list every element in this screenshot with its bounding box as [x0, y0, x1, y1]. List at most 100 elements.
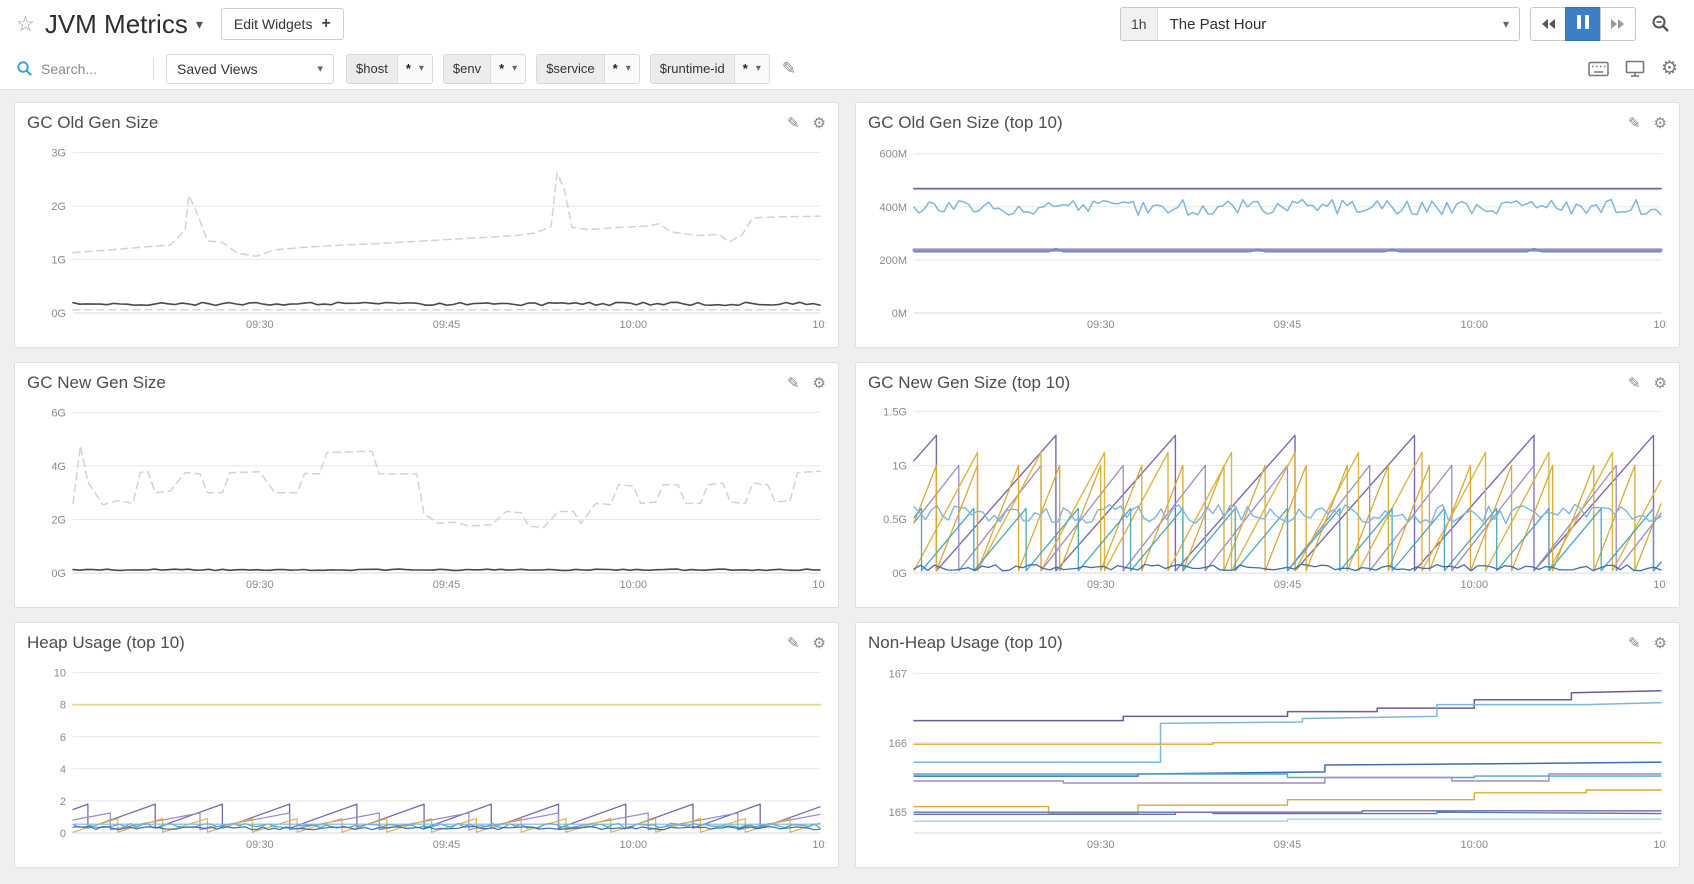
- svg-text:4: 4: [60, 764, 66, 776]
- widget-settings-gear-icon[interactable]: ⚙: [813, 374, 826, 392]
- template-variables: $host*▾$env*▾$service*▾$runtime-id*▾: [346, 54, 770, 84]
- time-range-chevron-down-icon: ▾: [1503, 17, 1519, 31]
- svg-text:2: 2: [60, 796, 66, 808]
- header-left: ☆ JVM Metrics ▾ Edit Widgets +: [16, 8, 344, 40]
- svg-text:10:00: 10:00: [1461, 319, 1489, 331]
- chevron-down-icon: ▾: [317, 62, 323, 75]
- search-box[interactable]: [16, 60, 141, 77]
- search-input[interactable]: [41, 61, 141, 77]
- svg-text:10:00: 10:00: [1461, 579, 1489, 591]
- widget-settings-gear-icon[interactable]: ⚙: [1654, 634, 1667, 652]
- dashboard-settings-gear-icon[interactable]: ⚙: [1661, 57, 1678, 80]
- svg-text:166: 166: [889, 738, 907, 750]
- svg-text:09:30: 09:30: [1087, 319, 1115, 331]
- chart-canvas[interactable]: 16516616709:3009:4510:0010:: [868, 655, 1667, 853]
- edit-widget-pencil-icon[interactable]: ✎: [1628, 374, 1641, 392]
- edit-widget-pencil-icon[interactable]: ✎: [1628, 634, 1641, 652]
- dashboard-title-chevron-down-icon[interactable]: ▾: [196, 16, 203, 33]
- svg-text:10:00: 10:00: [1461, 839, 1489, 851]
- widget-settings-gear-icon[interactable]: ⚙: [1654, 374, 1667, 392]
- template-var-name: $env: [444, 55, 491, 83]
- chart-canvas[interactable]: 0G1G2G3G09:3009:4510:0010:: [27, 135, 826, 333]
- time-forward-button[interactable]: [1600, 7, 1636, 41]
- widget-title: GC New Gen Size: [27, 373, 166, 393]
- svg-text:10:00: 10:00: [620, 319, 648, 331]
- widget-title: GC New Gen Size (top 10): [868, 373, 1070, 393]
- svg-text:0G: 0G: [51, 568, 66, 580]
- header: ☆ JVM Metrics ▾ Edit Widgets + 1h The Pa…: [0, 0, 1694, 48]
- saved-views-select[interactable]: Saved Views ▾: [166, 54, 334, 84]
- chart-canvas[interactable]: 0G2G4G6G09:3009:4510:0010:: [27, 395, 826, 593]
- svg-text:09:30: 09:30: [246, 579, 274, 591]
- chevron-down-icon: ▾: [512, 63, 525, 74]
- monitor-icon: [1625, 60, 1645, 78]
- widget-settings-gear-icon[interactable]: ⚙: [1654, 114, 1667, 132]
- svg-text:0: 0: [60, 828, 66, 840]
- template-var-value: *: [398, 61, 419, 76]
- edit-widgets-button[interactable]: Edit Widgets +: [221, 8, 344, 40]
- edit-widget-pencil-icon[interactable]: ✎: [787, 114, 800, 132]
- template-var-name: $host: [347, 55, 398, 83]
- svg-text:1G: 1G: [51, 255, 66, 267]
- keyboard-shortcuts-icon[interactable]: [1588, 61, 1609, 77]
- widget-gc-old-gen-size: GC Old Gen Size✎⚙0G1G2G3G09:3009:4510:00…: [14, 102, 839, 348]
- time-range-picker[interactable]: 1h The Past Hour ▾: [1120, 7, 1520, 41]
- template-var-host[interactable]: $host*▾: [346, 54, 433, 84]
- pause-live-button[interactable]: [1565, 7, 1601, 41]
- template-var-value: *: [605, 61, 626, 76]
- graph-zoom-button[interactable]: [1644, 7, 1678, 41]
- chart-canvas[interactable]: 024681009:3009:4510:0010:: [27, 655, 826, 853]
- widget-gc-new-gen-size-top-10: GC New Gen Size (top 10)✎⚙0G0.5G1G1.5G09…: [855, 362, 1680, 608]
- svg-text:10:: 10:: [1653, 579, 1667, 591]
- svg-text:10:: 10:: [1653, 319, 1667, 331]
- svg-text:0G: 0G: [51, 308, 66, 320]
- template-var-value: *: [735, 61, 756, 76]
- svg-text:10: 10: [54, 668, 66, 680]
- svg-text:09:45: 09:45: [433, 319, 461, 331]
- svg-text:2G: 2G: [51, 201, 66, 213]
- widget-title: Heap Usage (top 10): [27, 633, 185, 653]
- time-backward-button[interactable]: [1530, 7, 1566, 41]
- widget-heap-usage-top-10: Heap Usage (top 10)✎⚙024681009:3009:4510…: [14, 622, 839, 868]
- svg-text:600M: 600M: [879, 149, 907, 161]
- svg-text:10:: 10:: [812, 319, 826, 331]
- svg-text:09:45: 09:45: [433, 839, 461, 851]
- svg-text:09:45: 09:45: [1274, 579, 1302, 591]
- chevron-down-icon: ▾: [419, 63, 432, 74]
- widget-title: GC Old Gen Size (top 10): [868, 113, 1063, 133]
- edit-template-variables-icon[interactable]: ✎: [782, 59, 796, 79]
- widget-title: Non-Heap Usage (top 10): [868, 633, 1063, 653]
- tv-mode-icon[interactable]: [1625, 60, 1645, 78]
- widget-header: GC New Gen Size (top 10) ✎ ⚙: [868, 373, 1667, 393]
- template-var-env[interactable]: $env*▾: [443, 54, 526, 84]
- widget-settings-gear-icon[interactable]: ⚙: [813, 634, 826, 652]
- edit-widget-pencil-icon[interactable]: ✎: [787, 374, 800, 392]
- edit-widget-pencil-icon[interactable]: ✎: [787, 634, 800, 652]
- svg-text:10:: 10:: [812, 579, 826, 591]
- svg-text:09:30: 09:30: [1087, 839, 1115, 851]
- edit-widget-pencil-icon[interactable]: ✎: [1628, 114, 1641, 132]
- svg-text:09:45: 09:45: [433, 579, 461, 591]
- time-range-label: The Past Hour: [1158, 16, 1503, 33]
- plus-icon: +: [321, 18, 330, 30]
- svg-text:200M: 200M: [879, 255, 907, 267]
- template-var-value: *: [491, 61, 512, 76]
- chart-canvas[interactable]: 0M200M400M600M09:3009:4510:0010:: [868, 135, 1667, 333]
- time-range-shorthand: 1h: [1121, 8, 1158, 40]
- template-var-service[interactable]: $service*▾: [536, 54, 640, 84]
- favorite-star-icon[interactable]: ☆: [16, 12, 35, 37]
- widget-icons: ✎⚙: [1628, 634, 1667, 652]
- chevron-down-icon: ▾: [756, 63, 769, 74]
- widget-settings-gear-icon[interactable]: ⚙: [813, 114, 826, 132]
- svg-text:1.5G: 1.5G: [883, 407, 907, 419]
- svg-text:165: 165: [889, 807, 907, 819]
- pause-icon: [1575, 15, 1591, 34]
- svg-text:09:45: 09:45: [1274, 319, 1302, 331]
- template-var-runtime-id[interactable]: $runtime-id*▾: [650, 54, 770, 84]
- svg-text:0.5G: 0.5G: [883, 514, 907, 526]
- chart-canvas[interactable]: 0G0.5G1G1.5G09:3009:4510:0010:: [868, 395, 1667, 593]
- toolbar: Saved Views ▾ $host*▾$env*▾$service*▾$ru…: [0, 48, 1694, 90]
- widget-icons: ✎⚙: [1628, 114, 1667, 132]
- widget-title: GC Old Gen Size: [27, 113, 158, 133]
- svg-text:400M: 400M: [879, 202, 907, 214]
